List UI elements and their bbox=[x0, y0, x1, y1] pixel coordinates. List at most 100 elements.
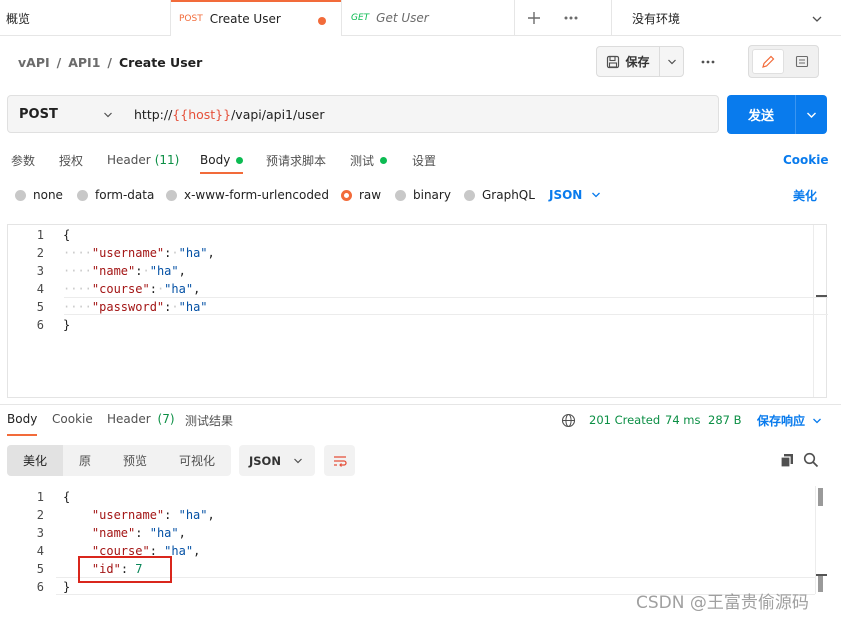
json-comma: , bbox=[193, 544, 201, 558]
globe-icon[interactable] bbox=[561, 413, 576, 428]
status-dot-icon bbox=[380, 156, 388, 164]
brace-open: { bbox=[63, 490, 71, 504]
environment-selector[interactable]: 没有环境 bbox=[632, 0, 680, 36]
response-tab-cookie[interactable]: Cookie bbox=[52, 412, 93, 430]
tab-get-user-label: Get User bbox=[376, 11, 429, 25]
view-raw-button[interactable]: 原 bbox=[63, 445, 107, 476]
radio-binary[interactable]: binary bbox=[395, 187, 451, 203]
save-dropdown-button[interactable] bbox=[659, 46, 684, 77]
chevron-down-icon bbox=[813, 418, 821, 423]
response-code-line: "username": "ha", bbox=[91, 508, 215, 522]
tab-auth-label: 授权 bbox=[59, 153, 84, 168]
brace-open: { bbox=[63, 228, 71, 242]
watermark: CSDN @王富贵偷源码 bbox=[636, 593, 809, 613]
tab-settings[interactable]: 设置 bbox=[412, 150, 436, 170]
line-number: 2 bbox=[36, 246, 44, 260]
tab-get-user[interactable]: GET Get User bbox=[342, 0, 514, 36]
json-comma: , bbox=[207, 246, 215, 260]
section-divider bbox=[0, 404, 841, 405]
response-status[interactable]: 201 Created bbox=[589, 413, 660, 427]
radio-form-data[interactable]: form-data bbox=[77, 187, 154, 203]
plus-icon[interactable] bbox=[526, 10, 542, 26]
response-tab-headers[interactable]: Header (7) bbox=[107, 412, 175, 430]
code-line: ····"name":·"ha", bbox=[63, 264, 186, 278]
headers-count: (11) bbox=[154, 153, 180, 167]
tab-params[interactable]: 参数 bbox=[11, 150, 35, 170]
tab-prerequest-label: 预请求脚本 bbox=[266, 153, 327, 168]
tab-create-user[interactable]: POST Create User bbox=[171, 0, 341, 36]
json-value: "ha" bbox=[149, 264, 179, 278]
response-size[interactable]: 287 B bbox=[708, 413, 742, 427]
tab-body-label: Body bbox=[200, 153, 231, 167]
method-select[interactable]: POST bbox=[7, 95, 124, 133]
radio-none[interactable]: none bbox=[15, 187, 63, 203]
breadcrumb-current: Create User bbox=[118, 54, 203, 70]
document-icon bbox=[795, 55, 809, 68]
response-format-select[interactable]: JSON bbox=[239, 445, 315, 476]
radio-urlencoded[interactable]: x-www-form-urlencoded bbox=[166, 187, 329, 203]
search-icon[interactable] bbox=[803, 452, 819, 468]
send-dropdown-button[interactable] bbox=[795, 95, 827, 134]
line-number: 6 bbox=[36, 318, 44, 332]
response-code-line: { bbox=[63, 490, 70, 504]
radio-graphql[interactable]: GraphQL bbox=[464, 187, 535, 203]
view-pretty-button[interactable]: 美化 bbox=[7, 445, 63, 476]
more-icon[interactable] bbox=[700, 56, 716, 68]
tab-overview-label: 概览 bbox=[6, 11, 31, 26]
view-preview-label: 预览 bbox=[122, 454, 147, 468]
chevron-down-icon[interactable] bbox=[811, 13, 823, 23]
code-line: ····"course":·"ha", bbox=[63, 282, 201, 296]
tab-overview[interactable]: 概览 bbox=[6, 0, 30, 36]
tab-prerequest[interactable]: 预请求脚本 bbox=[266, 150, 326, 170]
save-button[interactable]: 保存 bbox=[596, 46, 660, 77]
response-format-value: JSON bbox=[249, 453, 281, 468]
json-key: "username" bbox=[91, 508, 165, 522]
send-button[interactable]: 发送 bbox=[727, 95, 795, 134]
tab-auth[interactable]: 授权 bbox=[59, 150, 83, 170]
save-response-button[interactable]: 保存响应 bbox=[757, 412, 822, 429]
copy-icon[interactable] bbox=[779, 452, 795, 468]
response-headers-count: (7) bbox=[157, 412, 175, 426]
chevron-down-icon bbox=[104, 112, 112, 118]
beautify-label: 美化 bbox=[793, 188, 818, 203]
breadcrumb-folder[interactable]: API1 bbox=[68, 55, 100, 70]
response-scrollbar[interactable] bbox=[815, 486, 827, 594]
unsaved-dot-icon[interactable] bbox=[318, 17, 326, 25]
line-number: 4 bbox=[36, 282, 44, 296]
tab-headers[interactable]: Header (11) bbox=[107, 150, 179, 170]
url-input[interactable]: http://{{host}}/vapi/api1/user bbox=[123, 95, 719, 133]
json-key: "name" bbox=[91, 264, 136, 278]
json-comma: , bbox=[193, 282, 201, 296]
radio-form-data-label: form-data bbox=[95, 188, 155, 202]
json-value: "ha" bbox=[164, 282, 194, 296]
view-visualize-button[interactable]: 可视化 bbox=[163, 445, 231, 476]
more-icon[interactable] bbox=[563, 12, 579, 24]
response-tab-tests-label: 测试结果 bbox=[185, 414, 234, 428]
tab-body[interactable]: Body bbox=[200, 150, 244, 170]
view-preview-button[interactable]: 预览 bbox=[107, 445, 163, 476]
response-code-line: } bbox=[63, 580, 70, 594]
chevron-down-icon bbox=[807, 112, 816, 118]
body-format-select[interactable]: JSON bbox=[549, 187, 601, 203]
wrap-lines-button[interactable] bbox=[324, 445, 355, 476]
radio-raw[interactable]: raw bbox=[341, 187, 381, 203]
response-tab-body[interactable]: Body bbox=[7, 412, 37, 430]
docs-mode-button[interactable] bbox=[788, 49, 816, 74]
active-tab-indicator bbox=[200, 172, 243, 174]
json-value: "ha" bbox=[178, 508, 208, 522]
response-time[interactable]: 74 ms bbox=[665, 413, 700, 427]
beautify-link[interactable]: 美化 bbox=[793, 187, 817, 203]
response-code-line: "name": "ha", bbox=[91, 526, 186, 540]
chevron-down-icon bbox=[294, 458, 302, 463]
json-comma: , bbox=[207, 508, 215, 522]
chevron-down-icon bbox=[667, 59, 676, 64]
tab-tests[interactable]: 测试 bbox=[350, 150, 388, 170]
cookie-link[interactable]: Cookie bbox=[783, 150, 829, 170]
breadcrumb-collection[interactable]: vAPI bbox=[18, 55, 50, 70]
json-key: "password" bbox=[91, 300, 165, 314]
code-line: ····"username":·"ha", bbox=[63, 246, 215, 260]
tab-method-get: GET bbox=[351, 13, 370, 23]
response-tab-tests[interactable]: 测试结果 bbox=[185, 412, 233, 430]
url-scheme: http:// bbox=[134, 106, 173, 122]
edit-mode-button[interactable] bbox=[752, 49, 784, 74]
